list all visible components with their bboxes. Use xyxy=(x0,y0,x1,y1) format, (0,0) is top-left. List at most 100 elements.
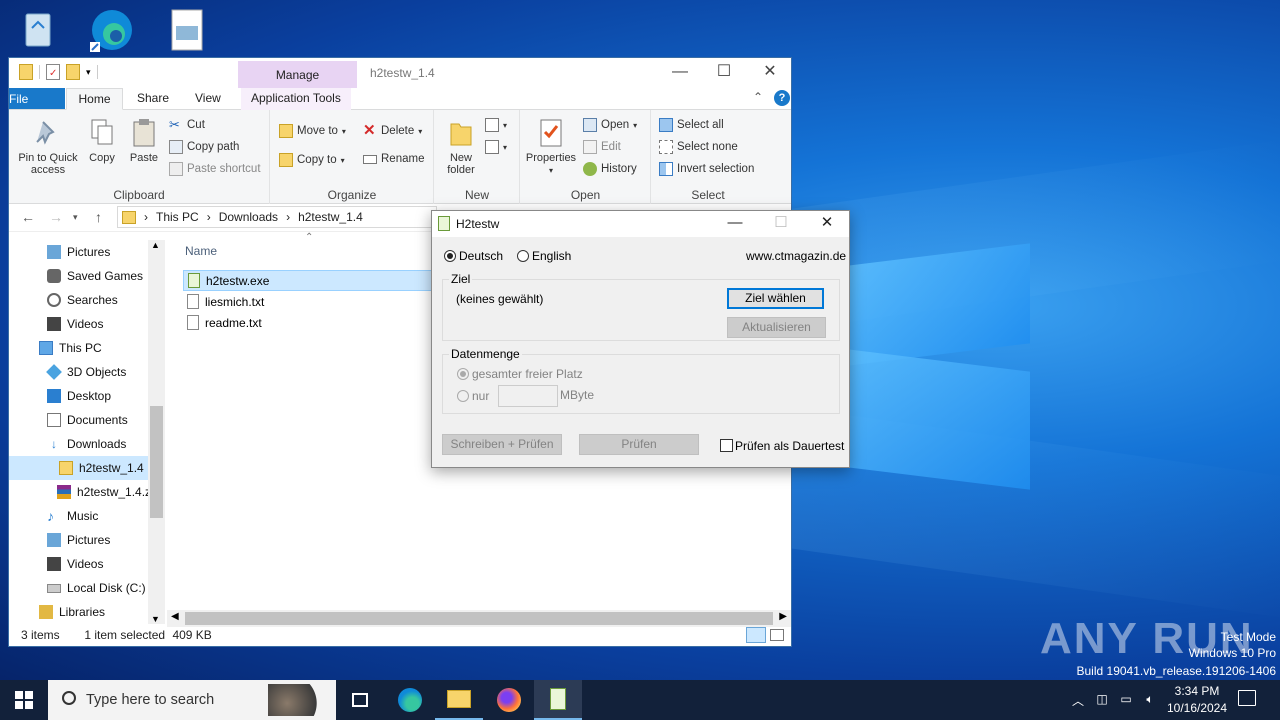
properties-check-icon[interactable]: ✓ xyxy=(46,64,60,80)
select-all-button[interactable]: Select all xyxy=(659,118,724,132)
nav-item-videos-2[interactable]: Videos xyxy=(9,552,165,576)
explorer-titlebar[interactable]: ✓ ▾ Manage h2testw_1.4 — ☐ ✕ xyxy=(9,58,791,88)
image-file-icon[interactable] xyxy=(164,8,208,52)
dialog-close-button[interactable]: ✕ xyxy=(804,211,850,237)
notification-icon[interactable] xyxy=(1238,690,1256,706)
tab-home[interactable]: Home xyxy=(66,88,123,110)
paste-button[interactable]: Paste xyxy=(125,118,163,164)
new-folder-icon[interactable] xyxy=(66,64,80,80)
nav-item-pictures[interactable]: Pictures xyxy=(9,240,165,264)
back-arrow-icon[interactable]: ← xyxy=(21,209,35,225)
close-button[interactable]: ✕ xyxy=(747,58,793,88)
rename-button[interactable]: Rename xyxy=(363,153,424,165)
schreiben-pruefen-button[interactable]: Schreiben + Prüfen xyxy=(442,434,562,455)
radio-gesamter-platz[interactable]: gesamter freier Platz xyxy=(457,367,583,381)
scroll-right-arrow-icon[interactable]: ▶ xyxy=(779,611,787,622)
nav-item-downloads[interactable]: ↓ Downloads xyxy=(9,432,165,456)
radio-deutsch[interactable]: Deutsch xyxy=(444,249,503,263)
volume-icon[interactable]: 🔈︎ xyxy=(1142,692,1158,707)
forward-arrow-icon[interactable]: → xyxy=(49,209,63,225)
large-icons-view-icon[interactable] xyxy=(770,629,784,641)
edit-button[interactable]: Edit xyxy=(583,140,621,154)
taskbar-search-box[interactable]: Type here to search xyxy=(48,680,336,720)
tab-view[interactable]: View xyxy=(185,88,231,110)
mbyte-input[interactable] xyxy=(498,385,558,407)
nav-item-videos[interactable]: Videos xyxy=(9,312,165,336)
tray-icon-1[interactable]: ◫ xyxy=(1094,692,1110,706)
scroll-down-arrow-icon[interactable]: ▼ xyxy=(151,614,160,624)
nav-item-documents[interactable]: Documents xyxy=(9,408,165,432)
invert-selection-button[interactable]: Invert selection xyxy=(659,162,754,176)
file-row-h2testw-exe[interactable]: h2testw.exe xyxy=(183,270,453,291)
radio-nur[interactable]: nur xyxy=(457,389,489,403)
manage-contextual-tab[interactable]: Manage xyxy=(238,61,357,88)
nav-item-h2testw-folder[interactable]: h2testw_1.4 xyxy=(9,456,165,480)
nav-item-pictures-2[interactable]: Pictures xyxy=(9,528,165,552)
taskbar-explorer-button[interactable] xyxy=(435,680,483,720)
taskbar-edge-button[interactable] xyxy=(386,680,434,720)
tab-share[interactable]: Share xyxy=(127,88,179,110)
column-header-name[interactable]: Name xyxy=(185,244,217,258)
nav-item-h2testw-zip[interactable]: h2testw_1.4.z xyxy=(9,480,165,504)
delete-button[interactable]: ✕ Delete ▾ xyxy=(363,123,422,138)
details-view-icon[interactable] xyxy=(746,627,766,643)
file-row-readme[interactable]: readme.txt xyxy=(183,312,453,333)
pruefen-button[interactable]: Prüfen xyxy=(579,434,699,455)
recent-dropdown-icon[interactable]: ▾ xyxy=(73,212,78,223)
move-to-button[interactable]: Move to ▾ xyxy=(279,124,346,138)
file-row-liesmich[interactable]: liesmich.txt xyxy=(183,291,453,312)
up-arrow-icon[interactable]: ↑ xyxy=(95,209,102,225)
help-icon[interactable]: ? xyxy=(774,90,790,106)
taskbar-firefox-button[interactable] xyxy=(485,680,533,720)
copy-button[interactable]: Copy xyxy=(85,118,119,164)
select-none-button[interactable]: Select none xyxy=(659,140,738,154)
easy-access-button[interactable]: ▾ xyxy=(485,140,507,154)
tab-file[interactable]: File xyxy=(9,88,65,109)
breadcrumb-current[interactable]: h2testw_1.4 xyxy=(298,210,363,224)
dialog-maximize-button[interactable]: ☐ xyxy=(758,211,804,237)
copy-to-button[interactable]: Copy to ▾ xyxy=(279,153,345,167)
tab-application-tools[interactable]: Application Tools xyxy=(241,88,351,110)
breadcrumb-this-pc[interactable]: This PC xyxy=(156,210,199,224)
nav-item-libraries[interactable]: Libraries xyxy=(9,600,165,624)
nav-scrollbar[interactable]: ▲ ▼ xyxy=(148,240,165,624)
nav-item-searches[interactable]: Searches xyxy=(9,288,165,312)
task-view-button[interactable] xyxy=(336,680,384,720)
recycle-bin-icon[interactable] xyxy=(16,8,60,52)
open-button[interactable]: Open ▾ xyxy=(583,118,637,132)
taskbar-h2testw-button[interactable] xyxy=(534,680,582,720)
nav-scroll-thumb[interactable] xyxy=(150,406,163,518)
network-icon[interactable]: ▭ xyxy=(1118,692,1134,706)
nav-item-saved-games[interactable]: Saved Games xyxy=(9,264,165,288)
maximize-button[interactable]: ☐ xyxy=(701,58,747,88)
copy-path-button[interactable]: Copy path xyxy=(169,140,239,154)
ziel-waehlen-button[interactable]: Ziel wählen xyxy=(727,288,824,309)
edge-icon[interactable] xyxy=(88,6,132,52)
dialog-minimize-button[interactable]: — xyxy=(712,211,758,237)
customize-qat-icon[interactable]: ▾ xyxy=(86,67,91,78)
nav-item-3d-objects[interactable]: 3D Objects xyxy=(9,360,165,384)
minimize-button[interactable]: — xyxy=(657,58,703,88)
scroll-left-arrow-icon[interactable]: ◀ xyxy=(171,611,179,622)
scroll-up-arrow-icon[interactable]: ▲ xyxy=(151,240,160,250)
radio-english[interactable]: English xyxy=(517,249,571,263)
nav-item-local-disk[interactable]: Local Disk (C:) xyxy=(9,576,165,600)
start-button[interactable] xyxy=(0,680,48,720)
nav-item-this-pc[interactable]: This PC xyxy=(9,336,165,360)
pin-quick-access-button[interactable]: Pin to Quick access xyxy=(13,118,83,176)
properties-button[interactable]: Properties ▾ xyxy=(523,118,579,177)
nav-item-desktop[interactable]: Desktop xyxy=(9,384,165,408)
history-button[interactable]: History xyxy=(583,162,637,176)
dauertest-checkbox[interactable]: Prüfen als Dauertest xyxy=(720,439,844,453)
new-folder-button[interactable]: New folder xyxy=(439,118,483,176)
breadcrumb[interactable]: › This PC › Downloads › h2testw_1.4 xyxy=(117,206,437,228)
show-hidden-icons[interactable]: ︿ xyxy=(1070,692,1086,709)
dialog-titlebar[interactable]: H2testw — ☐ ✕ xyxy=(432,211,849,237)
new-item-button[interactable]: ▾ xyxy=(485,118,507,132)
cut-button[interactable]: ✂ Cut xyxy=(169,118,205,132)
breadcrumb-downloads[interactable]: Downloads xyxy=(219,210,278,224)
aktualisieren-button[interactable]: Aktualisieren xyxy=(727,317,826,338)
clock[interactable]: 3:34 PM 10/16/2024 xyxy=(1162,684,1232,715)
paste-shortcut-button[interactable]: Paste shortcut xyxy=(169,162,261,176)
nav-item-music[interactable]: ♪ Music xyxy=(9,504,165,528)
